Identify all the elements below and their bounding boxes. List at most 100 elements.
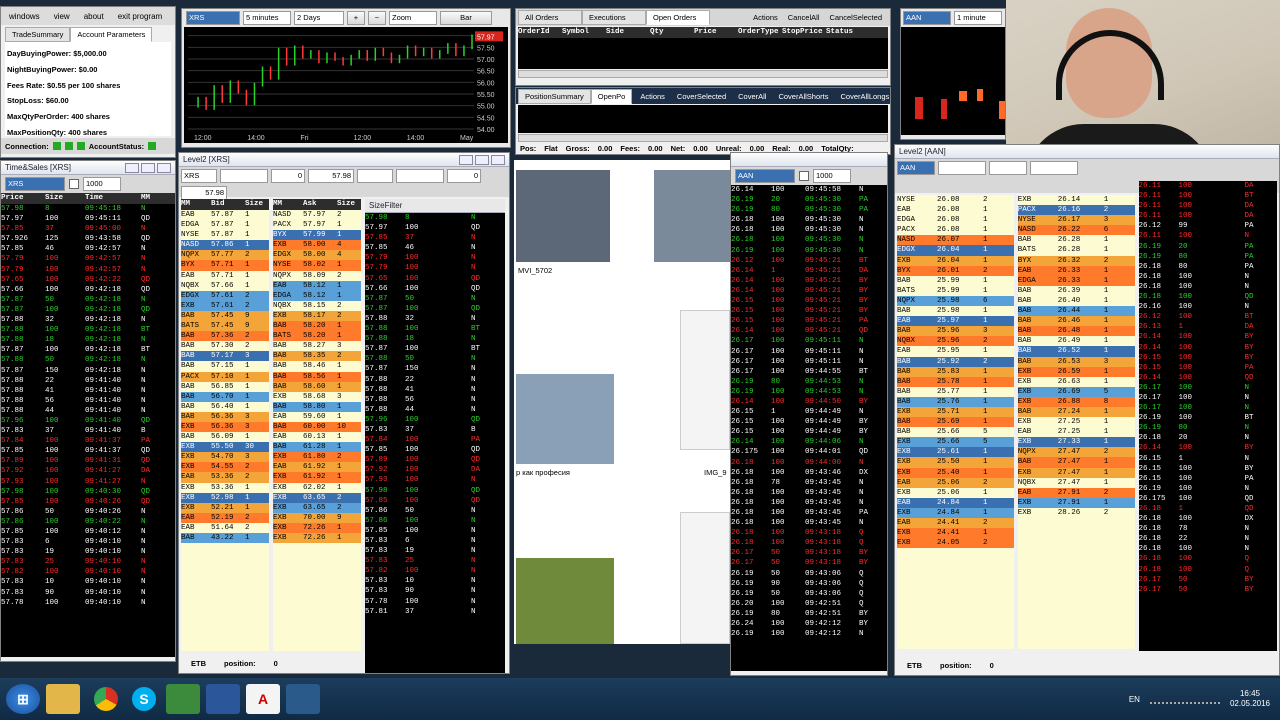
account-select[interactable] (989, 161, 1027, 175)
tray-icons[interactable] (1149, 694, 1220, 704)
ask-row[interactable]: BAB 58.35 2 (273, 351, 361, 362)
bid-row[interactable]: BAB 25.78 1 (897, 376, 1014, 387)
word-icon[interactable] (206, 684, 240, 714)
ask-row[interactable]: BAB 58.46 1 (273, 361, 361, 372)
maximize-icon[interactable] (141, 162, 155, 173)
ask-row[interactable]: EDGX 58.00 4 (273, 250, 361, 261)
order-type-select[interactable] (1030, 161, 1078, 175)
ask-row[interactable]: NYSE 58.02 1 (273, 260, 361, 271)
tab-trade-summary[interactable]: TradeSummary (5, 27, 71, 42)
bid-row[interactable]: EXB 25.50 1 (897, 457, 1014, 468)
chrome-icon[interactable] (94, 687, 118, 711)
ask-row[interactable]: EXB 72.26 1 (273, 522, 361, 533)
bid-row[interactable]: EAB 52.19 2 (181, 512, 269, 523)
bid-row[interactable]: EDGX 57.61 2 (181, 290, 269, 301)
close-icon[interactable] (157, 162, 171, 173)
bid-row[interactable]: EXB 54.70 3 (181, 452, 269, 463)
ask-row[interactable]: BAB 26.49 1 (1017, 336, 1135, 347)
order-type-select[interactable] (396, 169, 444, 183)
bid-row[interactable]: EXB 55.50 30 (181, 442, 269, 453)
video-thumbnail[interactable] (654, 170, 730, 262)
ask-row[interactable]: BYX 57.99 1 (273, 230, 361, 241)
bid-row[interactable]: BAB 57.36 2 (181, 331, 269, 342)
position-action-2[interactable]: CoverAll (738, 92, 766, 101)
size-filter-checkbox[interactable] (799, 171, 809, 181)
bid-row[interactable]: EDGA 57.87 1 (181, 220, 269, 231)
ask-row[interactable]: EXB 58.68 3 (273, 391, 361, 402)
ask-row[interactable]: EXB 61.92 1 (273, 472, 361, 483)
ask-row[interactable]: EXB 58.00 4 (273, 240, 361, 251)
close-icon[interactable] (491, 154, 505, 165)
ask-row[interactable]: EXB 26.59 1 (1017, 366, 1135, 377)
skype-icon[interactable]: S (132, 687, 156, 711)
symbol-input[interactable]: AAN (897, 161, 935, 175)
ask-row[interactable]: EXB 27.91 1 (1017, 497, 1135, 508)
ask-row[interactable]: NASD 26.22 6 (1017, 225, 1135, 236)
ask-row[interactable]: EAB 26.33 1 (1017, 265, 1135, 276)
minimize-icon[interactable] (125, 162, 139, 173)
bid-row[interactable]: BAB 25.69 1 (897, 417, 1014, 428)
bid-row[interactable]: NQBX 25.96 2 (897, 336, 1014, 347)
symbol-select[interactable]: XRS (186, 11, 240, 25)
bid-row[interactable]: EXB 53.36 1 (181, 482, 269, 493)
ask-row[interactable]: BAB 26.52 1 (1017, 346, 1135, 357)
ask-row[interactable]: BAB 26.46 1 (1017, 316, 1135, 327)
bid-row[interactable]: BYX 26.01 2 (897, 265, 1014, 276)
ask-row[interactable]: EXB 26.88 8 (1017, 396, 1135, 407)
ask-row[interactable]: EAB 60.13 1 (273, 432, 361, 443)
size-filter-input[interactable]: 1000 (83, 177, 121, 191)
bid-row[interactable]: EAB 53.36 2 (181, 472, 269, 483)
language-indicator[interactable]: EN (1129, 695, 1140, 704)
ask-row[interactable]: BAB 27.24 1 (1017, 406, 1135, 418)
ask-row[interactable]: BAB 26.39 1 (1017, 285, 1135, 296)
ask-row[interactable]: BAB 58.60 1 (273, 381, 361, 392)
bid-row[interactable]: NQPX 57.77 2 (181, 250, 269, 261)
ask-row[interactable]: BYX 26.32 2 (1017, 255, 1135, 266)
ask-row[interactable]: BAB 26.28 1 (1017, 235, 1135, 246)
maximize-icon[interactable] (475, 154, 489, 165)
bid-row[interactable]: NYSE 57.87 1 (181, 230, 269, 241)
bid-row[interactable]: BAB 57.45 9 (181, 310, 269, 322)
zoom-select[interactable]: Zoom (389, 11, 437, 25)
size-filter-checkbox[interactable] (69, 179, 79, 189)
ask-row[interactable]: BAB 26.40 1 (1017, 295, 1135, 307)
bid-row[interactable]: BAB 25.76 1 (897, 396, 1014, 407)
cancel-selected-button[interactable]: CancelSelected (829, 13, 882, 22)
symbol-select[interactable]: XRS (5, 177, 65, 191)
ask-row[interactable]: BAB 58.20 1 (273, 321, 361, 332)
ask-row[interactable]: PACX 57.97 1 (273, 220, 361, 231)
ask-row[interactable]: BAB 58.27 3 (273, 341, 361, 352)
ask-row[interactable]: EXB 28.26 2 (1017, 507, 1135, 518)
thumbnail[interactable] (680, 310, 730, 450)
ask-row[interactable]: BAB 61.28 1 (273, 442, 361, 453)
ask-row[interactable]: BAB 26.48 1 (1017, 326, 1135, 337)
ask-row[interactable]: EXB 27.33 1 (1017, 437, 1135, 448)
ask-row[interactable]: PACX 26.16 2 (1017, 205, 1135, 216)
symbol-input[interactable]: XRS (181, 169, 217, 183)
tab-position-summary[interactable]: PositionSummary (518, 88, 591, 104)
position-action-3[interactable]: CoverAllShorts (778, 92, 828, 101)
qty-input[interactable]: 0 (271, 169, 305, 183)
position-action-4[interactable]: CoverAllLongs (841, 92, 890, 101)
ask-row[interactable]: EXB 58.17 2 (273, 310, 361, 322)
bid-row[interactable]: BAB 56.85 1 (181, 381, 269, 392)
ask-row[interactable]: NYSE 26.17 3 (1017, 215, 1135, 226)
bid-row[interactable]: PACX 57.10 1 (181, 371, 269, 382)
orders-scrollbar[interactable] (518, 70, 888, 78)
price-input-2[interactable]: 57.98 (181, 186, 227, 200)
tab-account-parameters[interactable]: Account Parameters (70, 27, 153, 42)
bid-row[interactable]: EDGX 26.04 1 (897, 245, 1014, 256)
ask-row[interactable]: BATS 26.28 1 (1017, 245, 1135, 256)
bid-row[interactable]: EXB 25.40 1 (897, 467, 1014, 478)
route-select[interactable] (220, 169, 268, 183)
bid-row[interactable]: BAB 25.99 1 (897, 275, 1014, 286)
bid-row[interactable]: NQPX 25.98 6 (897, 295, 1014, 307)
size-filter-input[interactable]: 1000 (813, 169, 851, 183)
ask-row[interactable]: BAB 26.44 1 (1017, 306, 1135, 317)
bid-row[interactable]: EAB 57.87 1 (181, 210, 269, 221)
ask-row[interactable]: EXB 26.14 1 (1017, 195, 1135, 206)
bid-row[interactable]: EXB 25.66 5 (897, 437, 1014, 448)
remote-desktop-icon[interactable] (286, 684, 320, 714)
bid-row[interactable]: EXB 52.98 1 (181, 492, 269, 503)
bid-row[interactable]: NASD 57.86 1 (181, 240, 269, 251)
